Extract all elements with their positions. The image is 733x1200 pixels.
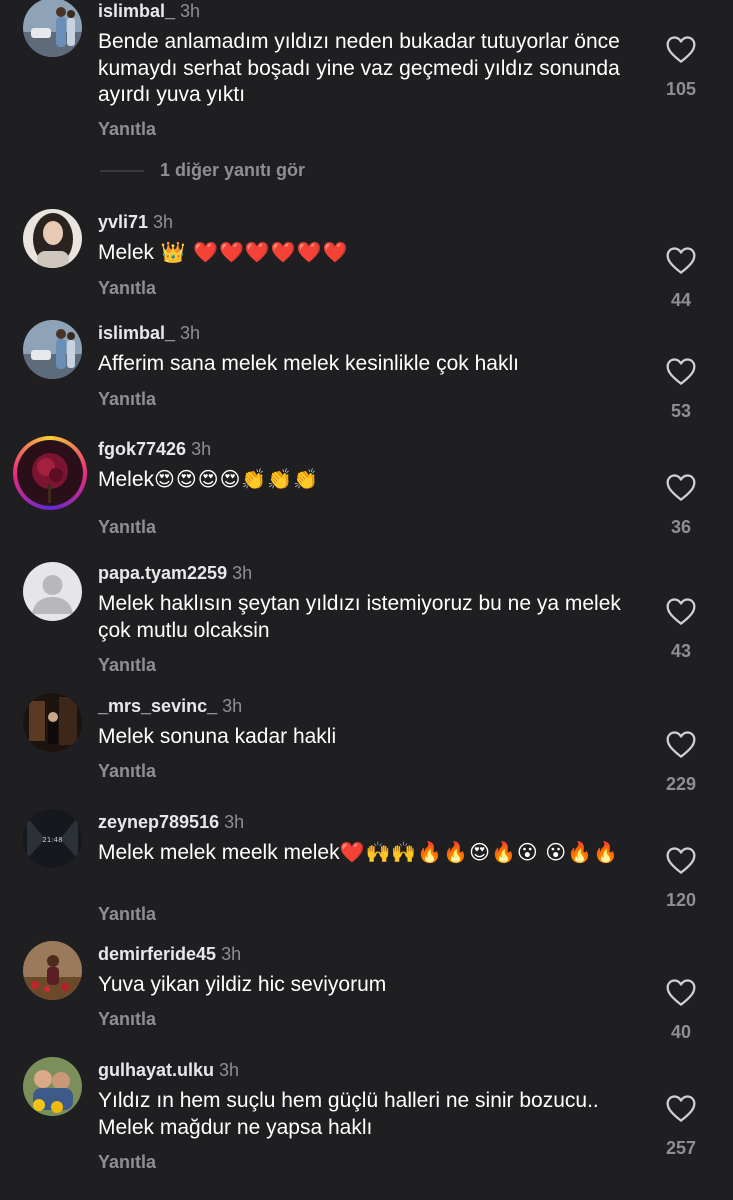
comment-text-body: Afferim sana melek melek kesinlikle çok … <box>98 352 519 375</box>
like-button[interactable] <box>660 245 702 275</box>
like-button[interactable] <box>660 356 702 386</box>
reply-button[interactable]: Yanıtla <box>98 277 156 299</box>
reply-button[interactable]: Yanıtla <box>98 118 156 140</box>
comment-meta: papa.tyam2259 3h <box>98 562 252 584</box>
comment-meta: yvli71 3h <box>98 211 173 233</box>
like-button[interactable] <box>660 977 702 1007</box>
like-count: 44 <box>670 290 692 310</box>
comment-text-body: Melek <box>98 241 155 264</box>
like-count: 40 <box>670 1022 692 1042</box>
comment-text-body: Melek melek meelk melek <box>98 841 340 864</box>
comment-text-body: Bende anlamadım yıldızı neden bukadar tu… <box>98 30 620 106</box>
heart-icon[interactable] <box>665 596 697 626</box>
like-count: 257 <box>665 1138 697 1158</box>
comment-text-body: Melek sonuna kadar hakli <box>98 725 337 748</box>
comment-emoji: 😍😍😍😍👏👏👏 <box>154 469 320 491</box>
username[interactable]: fgok77426 <box>98 439 186 459</box>
timestamp: 3h <box>191 439 212 459</box>
heart-icon[interactable] <box>665 845 697 875</box>
comment-meta: fgok77426 3h <box>98 438 211 460</box>
story-ring[interactable] <box>13 436 87 510</box>
heart-icon[interactable] <box>665 977 697 1007</box>
username[interactable]: gulhayat.ulku <box>98 1060 214 1080</box>
timestamp: 3h <box>219 1060 240 1080</box>
comment-text: Melek haklısın şeytan yıldızı istemiyoru… <box>98 591 638 644</box>
timestamp: 3h <box>180 323 201 343</box>
comment-meta: islimbal_ 3h <box>98 0 200 22</box>
comment-text: Afferim sana melek melek kesinlikle çok … <box>98 351 638 378</box>
comment-text: Yuva yikan yildiz hic seviyorum <box>98 972 638 999</box>
username[interactable]: _mrs_sevinc_ <box>98 696 217 716</box>
reply-button[interactable]: Yanıtla <box>98 1008 156 1030</box>
reply-button[interactable]: Yanıtla <box>98 903 156 925</box>
reply-button[interactable]: Yanıtla <box>98 516 156 538</box>
heart-icon[interactable] <box>665 729 697 759</box>
like-count: 229 <box>665 774 697 794</box>
like-button[interactable] <box>660 845 702 875</box>
timestamp: 3h <box>222 696 243 716</box>
avatar[interactable] <box>23 562 82 621</box>
like-button[interactable] <box>660 1093 702 1123</box>
avatar[interactable] <box>23 320 82 379</box>
like-button[interactable] <box>660 729 702 759</box>
comment-text-body: Melek haklısın şeytan yıldızı istemiyoru… <box>98 592 621 642</box>
like-count: 36 <box>670 517 692 537</box>
comment-meta: gulhayat.ulku 3h <box>98 1059 239 1081</box>
comment-meta: demirferide45 3h <box>98 943 241 965</box>
timestamp: 3h <box>180 1 201 21</box>
comment-meta: _mrs_sevinc_ 3h <box>98 695 242 717</box>
comment-text: Melek😍😍😍😍👏👏👏 <box>98 467 638 494</box>
comment-text: Melek 👑 ❤️❤️❤️❤️❤️❤️ <box>98 240 638 267</box>
comment-meta: zeynep789516 3h <box>98 811 244 833</box>
view-more-replies-label[interactable]: 1 diğer yanıtı gör <box>160 157 305 183</box>
comment-emoji: ❤️🙌🙌🔥🔥😍🔥😮 😮🔥🔥 <box>339 842 619 864</box>
avatar[interactable] <box>23 941 82 1000</box>
timestamp: 3h <box>224 812 245 832</box>
comment-text-body: Yıldız ın hem suçlu hem güçlü halleri ne… <box>98 1089 599 1139</box>
like-button[interactable] <box>660 472 702 502</box>
reply-button[interactable]: Yanıtla <box>98 388 156 410</box>
like-count: 105 <box>665 79 697 99</box>
heart-icon[interactable] <box>665 356 697 386</box>
reply-button[interactable]: Yanıtla <box>98 654 156 676</box>
like-button[interactable] <box>660 596 702 626</box>
avatar[interactable] <box>23 693 82 752</box>
heart-icon[interactable] <box>665 245 697 275</box>
heart-icon[interactable] <box>665 1093 697 1123</box>
heart-icon[interactable] <box>665 34 697 64</box>
comment-emoji: 👑 ❤️❤️❤️❤️❤️❤️ <box>154 242 349 264</box>
like-count: 43 <box>670 641 692 661</box>
username[interactable]: papa.tyam2259 <box>98 563 227 583</box>
username[interactable]: zeynep789516 <box>98 812 219 832</box>
comment-text: Melek melek meelk melek❤️🙌🙌🔥🔥😍🔥😮 😮🔥🔥 <box>98 840 638 867</box>
timestamp: 3h <box>221 944 242 964</box>
like-count: 120 <box>665 890 697 910</box>
avatar[interactable] <box>18 441 82 505</box>
username[interactable]: islimbal_ <box>98 323 175 343</box>
username[interactable]: demirferide45 <box>98 944 216 964</box>
comment-meta: islimbal_ 3h <box>98 322 200 344</box>
reply-button[interactable]: Yanıtla <box>98 1151 156 1173</box>
heart-icon[interactable] <box>665 472 697 502</box>
timestamp: 3h <box>153 212 174 232</box>
username[interactable]: islimbal_ <box>98 1 175 21</box>
comment-text: Yıldız ın hem suçlu hem güçlü halleri ne… <box>98 1088 638 1141</box>
like-count: 53 <box>670 401 692 421</box>
avatar[interactable] <box>23 0 82 57</box>
comment-text: Bende anlamadım yıldızı neden bukadar tu… <box>98 29 638 109</box>
comment-text-body: Yuva yikan yildiz hic seviyorum <box>98 973 387 996</box>
avatar[interactable]: 21:48 <box>23 809 82 868</box>
comment-text-body: Melek <box>98 468 155 491</box>
reply-button[interactable]: Yanıtla <box>98 760 156 782</box>
like-button[interactable] <box>660 34 702 64</box>
timestamp: 3h <box>232 563 253 583</box>
divider-line <box>100 170 144 172</box>
avatar[interactable] <box>23 1057 82 1116</box>
username[interactable]: yvli71 <box>98 212 148 232</box>
comment-text: Melek sonuna kadar hakli <box>98 724 638 751</box>
avatar[interactable] <box>23 209 82 268</box>
svg-text:21:48: 21:48 <box>42 836 62 844</box>
